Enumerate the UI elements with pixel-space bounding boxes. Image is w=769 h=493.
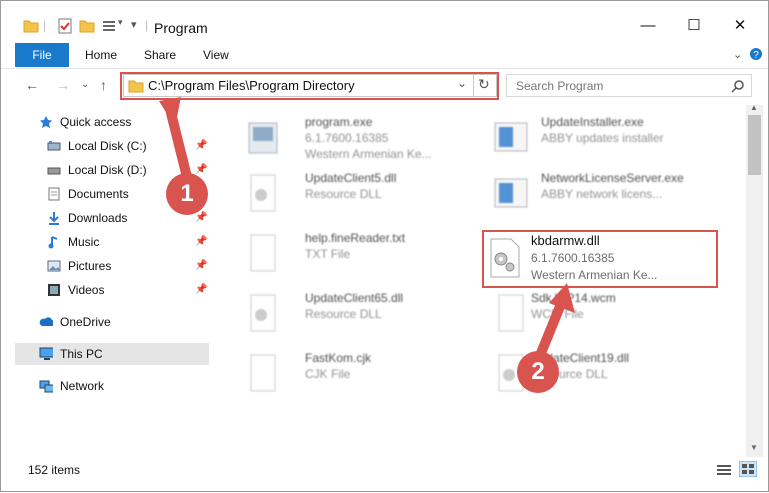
status-bar: 152 items: [1, 457, 768, 481]
item-count: 152 items: [28, 463, 81, 477]
large-icons-view-icon[interactable]: [739, 461, 757, 477]
step-1-badge: 1: [166, 173, 208, 215]
explorer-window: | ▾ ▾ | Program — ☐ ✕ File Home Share Vi…: [0, 0, 769, 492]
details-view-icon[interactable]: [716, 463, 732, 477]
annotation-arrows: [159, 97, 575, 368]
step-2-badge: 2: [517, 351, 559, 393]
